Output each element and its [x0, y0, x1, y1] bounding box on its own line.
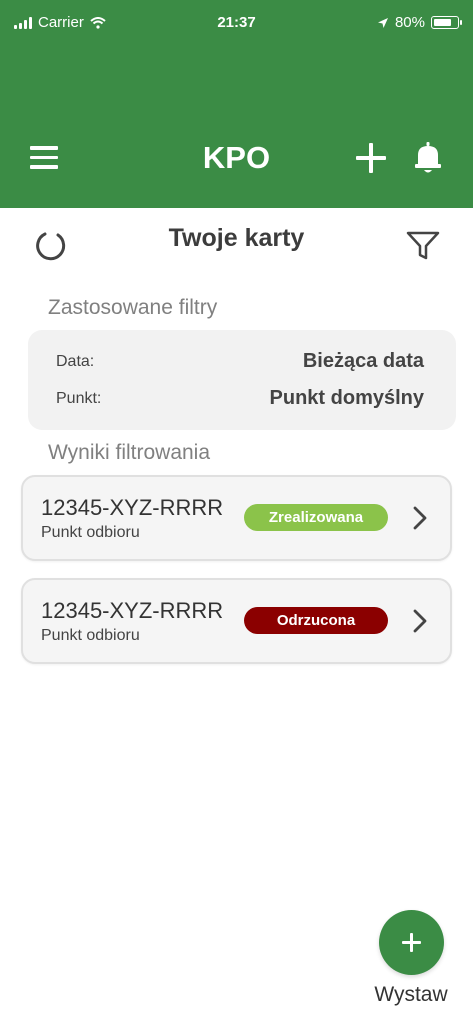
status-bar: Carrier 21:37 80% — [0, 0, 473, 44]
app-title: KPO — [202, 140, 271, 175]
battery-percent: 80% — [394, 14, 425, 31]
filter-row-date: Data: Bieżąca data — [56, 350, 424, 373]
results-label: Wyniki filtrowania — [48, 441, 211, 464]
filter-value: Bieżąca data — [302, 350, 424, 372]
card-id: 12345-XYZ-RRRR — [41, 495, 224, 520]
plus-icon — [402, 933, 421, 952]
card-subtitle: Punkt odbioru — [41, 627, 140, 644]
hamburger-menu-icon[interactable] — [30, 146, 58, 172]
nav-bar: KPO — [0, 120, 473, 200]
status-badge: Zrealizowana — [244, 504, 388, 531]
app-header: Carrier 21:37 80% KPO — [0, 0, 473, 208]
card-list-item[interactable]: 12345-XYZ-RRRR Punkt odbioru Zrealizowan… — [21, 475, 452, 561]
filter-key: Punkt: — [56, 389, 102, 407]
bell-icon[interactable] — [412, 140, 444, 176]
status-right: 80% — [377, 14, 462, 31]
filter-key: Data: — [56, 352, 95, 370]
battery-icon — [431, 16, 462, 29]
plus-icon[interactable] — [353, 140, 389, 176]
chevron-right-icon — [413, 506, 427, 530]
filter-row-point: Punkt: Punkt domyślny — [56, 387, 424, 410]
location-arrow-icon — [377, 17, 388, 28]
applied-filters-card: Data: Bieżąca data Punkt: Punkt domyślny — [28, 330, 456, 430]
issue-card-fab-button[interactable] — [379, 910, 444, 975]
page-title: Twoje karty — [168, 224, 305, 252]
filter-value: Punkt domyślny — [269, 387, 424, 409]
card-subtitle: Punkt odbioru — [41, 524, 140, 541]
card-id: 12345-XYZ-RRRR — [41, 598, 224, 623]
funnel-icon[interactable] — [404, 227, 442, 263]
card-list-item[interactable]: 12345-XYZ-RRRR Punkt odbioru Odrzucona — [21, 578, 452, 664]
fab-label: Wystaw — [374, 983, 448, 1006]
chevron-right-icon — [413, 609, 427, 633]
applied-filters-label: Zastosowane filtry — [48, 296, 218, 319]
status-badge: Odrzucona — [244, 607, 388, 634]
